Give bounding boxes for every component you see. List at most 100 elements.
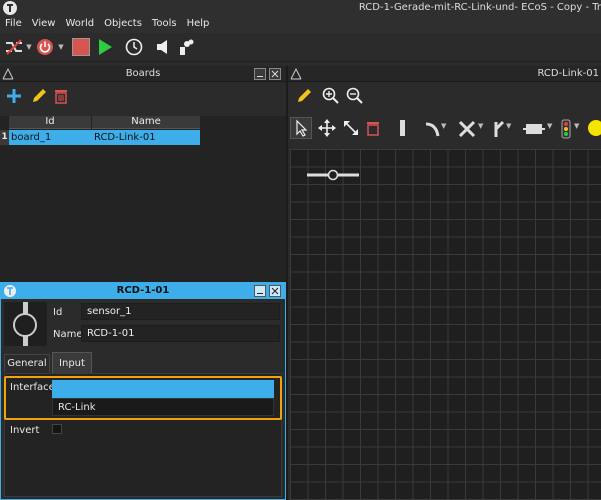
sensor-properties-dialog: RCD-1-01 Id sensor_1 Name RCD-1-01 Gener… [0,282,286,500]
trash-icon [367,122,379,136]
title-bar: RCD-1-Gerade-mit-RC-Link-und- ECoS - Cop… [0,0,601,17]
turnout-dropdown-chevron-icon[interactable]: ▼ [506,122,511,130]
menu-help[interactable]: Help [182,17,215,33]
add-board-button[interactable] [6,88,22,107]
menu-world[interactable]: World [60,17,99,33]
board-name-cell: RCD-Link-01 [94,132,156,143]
connection-dropdown-chevron-icon[interactable]: ▼ [25,37,33,57]
resize-tool-button[interactable] [343,120,359,139]
turnout-icon [494,120,505,137]
menu-objects[interactable]: Objects [99,17,147,33]
signal-dropdown-chevron-icon[interactable]: ▼ [574,122,579,130]
id-field[interactable]: sensor_1 [81,303,280,320]
power-icon [37,39,53,55]
name-field[interactable]: RCD-1-01 [81,325,280,342]
zoom-in-icon [322,87,339,104]
speaker-icon [157,40,167,54]
edit-board-button[interactable] [31,88,47,107]
main-toolbar: ▼ ▼ [0,33,601,62]
close-icon [271,287,279,295]
trash-icon [55,90,67,104]
zoom-in-button[interactable] [322,87,340,108]
interface-option-rc-link[interactable]: RC-Link [58,402,96,413]
curve-track-button[interactable] [424,120,442,141]
dialog-close-button[interactable] [269,285,281,297]
select-tool-button[interactable] [290,117,312,139]
zoom-out-button[interactable] [346,87,364,108]
pencil-icon [298,89,311,102]
dialog-title: RCD-1-01 [116,285,170,296]
boards-table: Id Name 1 board_1 RCD-Link-01 [0,116,286,284]
row-number: 1 [0,130,9,145]
play-icon [99,39,112,55]
disconnected-icon [6,39,22,55]
cross-track-icon [458,120,476,138]
connection-toggle-button[interactable] [3,37,25,57]
signal-icon [561,119,571,139]
name-label: Name [53,329,83,340]
zoom-out-icon [346,87,363,104]
minimize-icon [257,76,263,77]
stop-icon [72,38,90,56]
board-id-cell: board_1 [11,132,52,143]
curve-track-icon [425,122,440,137]
block-icon [523,124,545,134]
invert-label: Invert [10,425,40,436]
boards-close-button[interactable] [269,68,281,80]
plus-icon [7,89,21,103]
table-row[interactable]: board_1 RCD-Link-01 [9,130,200,145]
clock-icon [125,38,143,56]
cross-dropdown-chevron-icon[interactable]: ▼ [478,122,483,130]
close-icon [271,70,279,78]
delete-tile-button[interactable] [366,120,380,139]
run-button[interactable] [95,37,115,57]
menu-bar: File View World Objects Tools Help [0,17,601,33]
sensor-preview [4,302,47,346]
id-label: Id [53,307,63,318]
stop-button[interactable] [70,37,92,57]
block-track-button[interactable] [523,122,545,139]
sensor-tool-icon[interactable] [588,120,601,136]
boards-minimize-button[interactable] [254,68,266,80]
cross-track-button[interactable] [458,120,476,141]
interface-select[interactable] [52,380,274,398]
dialog-header: RCD-1-01 [1,283,285,299]
window-title: RCD-1-Gerade-mit-RC-Link-und- ECoS - Cop… [358,2,601,13]
interface-label: Interface [10,382,55,393]
signal-button[interactable] [561,119,571,142]
minimize-icon [257,293,263,294]
sensor-circle-icon [13,313,37,337]
edit-board-properties-button[interactable] [296,88,312,107]
invert-checkbox[interactable] [52,424,62,434]
menu-view[interactable]: View [27,17,61,33]
delete-board-button[interactable] [54,88,68,107]
tab-input[interactable]: Input [52,352,92,373]
power-dropdown-chevron-icon[interactable]: ▼ [57,37,65,57]
move-icon [318,119,336,137]
boards-panel-title: Boards [125,68,161,79]
column-header-name[interactable]: Name [92,116,200,129]
turnout-track-button[interactable] [488,120,506,141]
power-button[interactable] [35,37,55,57]
boards-panel-header: Boards [0,66,286,82]
smoke-button[interactable] [176,37,196,57]
tab-general[interactable]: General [4,354,50,372]
boards-panel: Boards Id Name 1 board_1 RCD-Link-01 [0,66,286,284]
dialog-minimize-button[interactable] [254,285,266,297]
menu-file[interactable]: File [0,17,27,33]
board-panel-title: RCD-Link-01 [537,68,599,79]
smoke-icon [180,39,194,55]
clock-button[interactable] [123,37,145,57]
pointer-icon [296,119,308,137]
menu-tools[interactable]: Tools [147,17,182,33]
interface-dropdown-list: RC-Link [52,398,274,416]
block-dropdown-chevron-icon[interactable]: ▼ [547,122,552,130]
column-header-id[interactable]: Id [9,116,91,129]
sensor-tile[interactable] [306,169,360,181]
sound-button[interactable] [154,37,172,57]
move-tool-button[interactable] [318,119,336,140]
board-panel-header: RCD-Link-01 [288,66,601,82]
board-canvas[interactable] [290,149,601,500]
straight-track-icon[interactable] [400,120,405,136]
curve-dropdown-chevron-icon[interactable]: ▼ [441,122,446,130]
